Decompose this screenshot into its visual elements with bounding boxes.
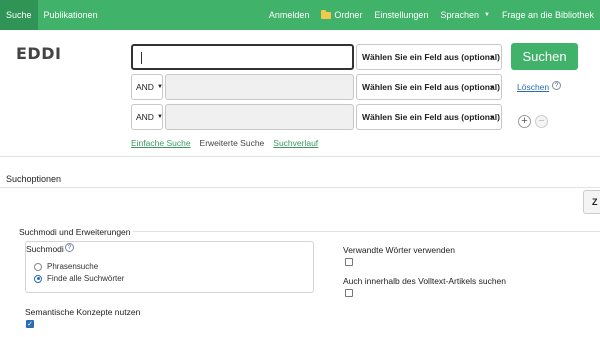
field-select-label: Wählen Sie ein Feld aus (optional) [362, 112, 500, 122]
fulltext-checkbox[interactable] [345, 289, 353, 297]
caret-down-icon: ▼ [483, 12, 490, 18]
nav-sprachen[interactable]: Sprachen ▼ [434, 0, 495, 30]
radio-label: Finde alle Suchwörter [47, 274, 125, 283]
radio-alle-suchwoerter[interactable]: Finde alle Suchwörter [34, 274, 124, 283]
search-input-2[interactable] [165, 74, 354, 100]
caret-down-icon: ▼ [489, 55, 495, 61]
field-select-label: Wählen Sie ein Feld aus (optional) [362, 52, 500, 62]
bool-select-2[interactable]: AND ▼ [131, 74, 163, 100]
semantic-checkbox[interactable]: ✓ [26, 320, 34, 328]
nav-right: Anmelden Ordner Einstellungen Sprachen ▼… [263, 0, 600, 30]
field-select-1[interactable]: Wählen Sie ein Feld aus (optional) ▼ [356, 44, 502, 70]
nav-einstellungen[interactable]: Einstellungen [368, 0, 434, 30]
text-cursor [141, 52, 142, 64]
subsection-title: Suchmodi und Erweiterungen [19, 227, 131, 237]
caret-down-icon: ▼ [489, 85, 495, 91]
subsection-rule [133, 231, 600, 232]
nav-publikationen[interactable]: Publikationen [38, 0, 104, 30]
bool-select-label: AND [136, 82, 154, 92]
top-navbar: Suche Publikationen Anmelden Ordner Eins… [0, 0, 600, 30]
nav-anmelden[interactable]: Anmelden [263, 0, 316, 30]
options-title: Suchoptionen [6, 174, 62, 184]
bool-select-3[interactable]: AND ▼ [131, 104, 163, 130]
site-logo[interactable]: EDDI [16, 44, 61, 63]
simple-search-link[interactable]: Einfache Suche [131, 138, 191, 148]
radio-button[interactable] [34, 262, 42, 271]
nav-frage[interactable]: Frage an die Bibliothek [496, 0, 600, 30]
nav-suche[interactable]: Suche [0, 0, 38, 30]
search-mode-links: Einfache Suche Erweiterte Suche Suchverl… [131, 138, 318, 148]
fulltext-label: Auch innerhalb des Volltext-Artikels suc… [343, 276, 507, 286]
bool-select-label: AND [136, 112, 154, 122]
nav-sprachen-label: Sprachen [440, 10, 479, 20]
folder-icon [321, 9, 332, 19]
divider [0, 187, 600, 188]
nav-ordner-label: Ordner [334, 10, 363, 20]
related-words-checkbox[interactable] [345, 258, 353, 266]
related-words-label: Verwandte Wörter verwenden [343, 245, 455, 255]
caret-down-icon: ▼ [156, 114, 163, 120]
remove-row-button[interactable]: − [535, 115, 548, 128]
z-button[interactable]: Z [583, 190, 600, 214]
divider [0, 156, 600, 157]
caret-down-icon: ▼ [489, 115, 495, 121]
radio-button[interactable] [34, 274, 42, 283]
search-input-3[interactable] [165, 104, 354, 130]
add-row-button[interactable]: + [518, 115, 531, 128]
field-select-2[interactable]: Wählen Sie ein Feld aus (optional) ▼ [356, 74, 502, 100]
nav-ordner[interactable]: Ordner [315, 0, 368, 30]
field-select-3[interactable]: Wählen Sie ein Feld aus (optional) ▼ [356, 104, 502, 130]
search-button[interactable]: Suchen [511, 43, 578, 70]
clear-link[interactable]: Löschen [517, 82, 549, 92]
semantic-label: Semantische Konzepte nutzen [25, 307, 141, 317]
radio-label: Phrasensuche [47, 262, 99, 271]
caret-down-icon: ▼ [156, 84, 163, 90]
search-input-1[interactable] [131, 44, 354, 70]
field-select-label: Wählen Sie ein Feld aus (optional) [362, 82, 500, 92]
help-icon[interactable]: ? [552, 81, 561, 90]
advanced-search-current: Erweiterte Suche [199, 138, 265, 148]
search-history-link[interactable]: Suchverlauf [273, 138, 318, 148]
radio-phrasensuche[interactable]: Phrasensuche [34, 262, 98, 271]
help-icon[interactable]: ? [65, 243, 74, 252]
search-modes-title: Suchmodi [26, 244, 64, 254]
